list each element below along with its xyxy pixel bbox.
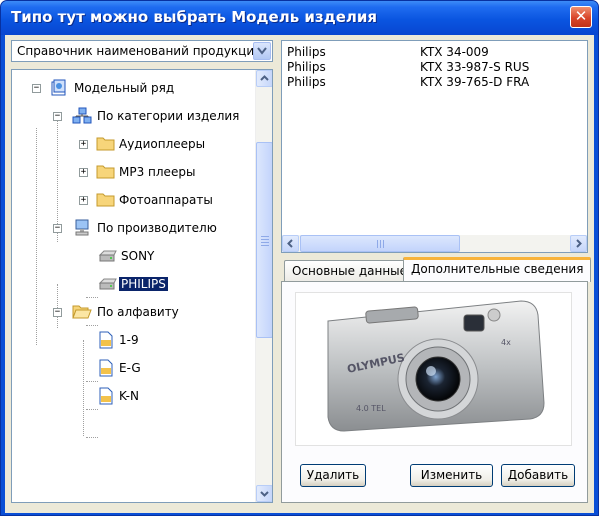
model-cell: KTX 34-009 — [420, 45, 489, 59]
delete-button[interactable]: Удалить — [300, 464, 366, 487]
folder-icon — [96, 193, 115, 207]
combo-dropdown-button[interactable] — [253, 42, 271, 60]
camera-image: OLYMPUS 4.0 TEL 4x — [327, 300, 545, 432]
tree-node-1-9[interactable]: 1-9 — [12, 331, 252, 351]
button-label: Изменить — [420, 468, 483, 482]
title-bar[interactable]: Типо тут можно выбрать Модель изделия ✕ — [1, 1, 598, 35]
svg-text:4.0 TEL: 4.0 TEL — [356, 404, 386, 413]
model-cell: KTX 33-987-S RUS — [420, 60, 530, 74]
tree-node-label: E-G — [119, 361, 141, 375]
tree-node-alphabetical[interactable]: − По алфавиту — [12, 303, 252, 323]
tree-line — [86, 381, 98, 382]
product-photo: OLYMPUS 4.0 TEL 4x — [295, 292, 572, 446]
expand-toggle[interactable]: + — [79, 168, 88, 177]
tree-node-k-n[interactable]: K-N — [12, 387, 252, 407]
tree-line — [86, 437, 98, 438]
collapse-toggle[interactable]: − — [53, 112, 62, 121]
tree-node-mp3-players[interactable]: + MP3 плееры — [12, 163, 252, 183]
tree-node-by-manufacturer[interactable]: − По производителю — [12, 219, 252, 239]
drive-icon — [98, 278, 117, 290]
tab-label: Основные данные — [292, 264, 408, 278]
tree-node-by-category[interactable]: − По категории изделия — [12, 107, 252, 127]
tree-node-model-range[interactable]: − Модельный ряд — [12, 79, 252, 99]
app-window: Типо тут можно выбрать Модель изделия ✕ … — [0, 0, 599, 516]
chevron-left-icon — [287, 239, 293, 248]
chevron-down-icon — [260, 491, 269, 497]
tree-view[interactable]: − Модельный ряд − По категории изделия + — [11, 69, 273, 503]
document-icon — [99, 331, 113, 349]
collapse-toggle[interactable]: − — [53, 224, 62, 233]
tab-label: Дополнительные сведения — [411, 262, 584, 276]
tree-line — [86, 409, 98, 410]
folder-icon — [96, 137, 115, 151]
scroll-thumb[interactable] — [300, 235, 460, 252]
computer-icon — [75, 219, 89, 236]
tree-node-label: Аудиоплееры — [119, 137, 206, 151]
scroll-up-button[interactable] — [256, 70, 272, 87]
tree-node-label: По категории изделия — [97, 109, 240, 123]
tree-node-label: Фотоаппараты — [119, 193, 213, 207]
list-horizontal-scrollbar[interactable] — [282, 235, 587, 252]
tab-main-data[interactable]: Основные данные — [284, 260, 416, 282]
tree-node-sony[interactable]: SONY — [12, 247, 252, 267]
svg-text:4x: 4x — [501, 338, 511, 347]
brand-cell: Philips — [287, 45, 326, 59]
combo-value: Справочник наименований продукции — [17, 44, 262, 58]
edit-button[interactable]: Изменить — [410, 464, 493, 487]
network-icon — [72, 107, 92, 124]
chevron-up-icon — [260, 75, 269, 81]
collapse-toggle[interactable]: − — [53, 308, 62, 317]
tab-additional-info[interactable]: Дополнительные сведения — [403, 257, 592, 282]
chevron-down-icon — [257, 47, 267, 55]
window-title: Типо тут можно выбрать Модель изделия — [11, 8, 378, 26]
document-icon — [99, 387, 113, 405]
catalog-combo[interactable]: Справочник наименований продукции — [11, 40, 273, 62]
close-button[interactable]: ✕ — [570, 6, 592, 28]
tree-node-label: По алфавиту — [97, 305, 179, 319]
drive-icon — [98, 250, 117, 262]
document-icon — [99, 359, 113, 377]
add-button[interactable]: Добавить — [501, 464, 575, 487]
scroll-right-button[interactable] — [570, 235, 587, 252]
collapse-toggle[interactable]: − — [32, 84, 41, 93]
close-icon: ✕ — [574, 7, 588, 25]
brand-cell: Philips — [287, 60, 326, 74]
tree-node-audio-players[interactable]: + Аудиоплееры — [12, 135, 252, 155]
tree-line — [86, 325, 98, 326]
folder-icon — [96, 165, 115, 179]
tree-node-label: 1-9 — [119, 333, 139, 347]
expand-toggle[interactable]: + — [79, 196, 88, 205]
expand-toggle[interactable]: + — [79, 140, 88, 149]
product-list[interactable]: Philips KTX 34-009 Philips KTX 33-987-S … — [281, 40, 588, 253]
tree-node-label: MP3 плееры — [119, 165, 196, 179]
tree-node-label: По производителю — [97, 221, 217, 235]
tree-node-label: PHILIPS — [119, 277, 168, 291]
open-folder-icon — [72, 305, 92, 319]
tree-node-label: K-N — [119, 389, 139, 403]
tree-line — [86, 297, 98, 298]
button-label: Удалить — [306, 468, 360, 482]
tree-node-label: SONY — [121, 249, 155, 263]
model-cell: KTX 39-765-D FRA — [420, 75, 530, 89]
scroll-left-button[interactable] — [282, 235, 299, 252]
tree-node-label: Модельный ряд — [74, 81, 175, 95]
tree-node-cameras[interactable]: + Фотоаппараты — [12, 191, 252, 211]
tree-vertical-scrollbar[interactable] — [255, 70, 272, 502]
button-label: Добавить — [507, 468, 569, 482]
scroll-thumb[interactable] — [256, 142, 272, 338]
brand-cell: Philips — [287, 75, 326, 89]
tree-node-e-g[interactable]: E-G — [12, 359, 252, 379]
scroll-down-button[interactable] — [256, 485, 272, 502]
tree-node-philips[interactable]: PHILIPS — [12, 275, 252, 295]
chevron-right-icon — [576, 239, 582, 248]
client-area: Справочник наименований продукции − Моде… — [5, 35, 594, 513]
catalog-icon — [51, 79, 66, 96]
tab-panel: OLYMPUS 4.0 TEL 4x Удалить Изменить Доба… — [281, 281, 588, 503]
